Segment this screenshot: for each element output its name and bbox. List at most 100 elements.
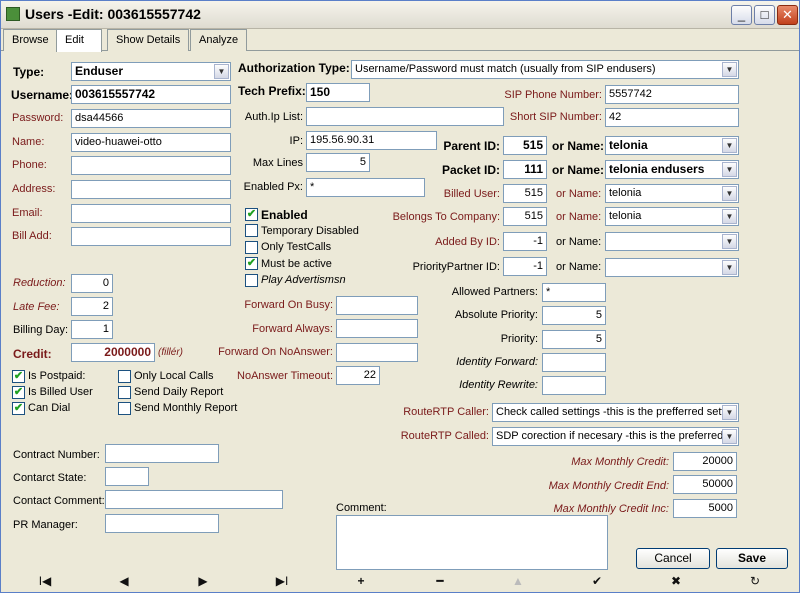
route-caller-select[interactable]: Check called settings -this is the preff…: [492, 403, 739, 422]
app-icon: [6, 7, 20, 21]
email-label: Email:: [12, 207, 43, 219]
latefee-field[interactable]: 2: [71, 297, 113, 316]
close-button[interactable]: ✕: [777, 5, 798, 25]
parent-id-label: Parent ID:: [443, 139, 500, 153]
belongs-field[interactable]: 515: [503, 207, 547, 226]
cancel-button[interactable]: Cancel: [636, 548, 710, 569]
password-field[interactable]: dsa44566: [71, 109, 231, 128]
chevron-down-icon: ▼: [722, 186, 737, 201]
only-local-calls-label: Only Local Calls: [134, 370, 214, 382]
max-monthly-credit-field[interactable]: 20000: [673, 452, 737, 471]
short-sip-label: Short SIP Number:: [509, 111, 602, 123]
short-sip-field[interactable]: 42: [605, 108, 739, 127]
only-testcalls-checkbox[interactable]: [245, 241, 258, 254]
parent-id-field[interactable]: 515: [503, 136, 547, 155]
send-monthly-report-checkbox[interactable]: [118, 402, 131, 415]
must-be-active-checkbox[interactable]: ✔: [245, 257, 258, 270]
phone-field[interactable]: [71, 156, 231, 175]
priority-partner-field[interactable]: -1: [503, 257, 547, 276]
address-field[interactable]: [71, 180, 231, 199]
max-lines-field[interactable]: 5: [306, 153, 370, 172]
contract-number-field[interactable]: [105, 444, 219, 463]
identity-forward-field[interactable]: [542, 353, 606, 372]
play-advertismsn-checkbox[interactable]: [245, 274, 258, 287]
tab-browse[interactable]: Browse: [3, 29, 58, 51]
last-record-icon[interactable]: ▶I: [262, 574, 302, 588]
billadd-label: Bill Add:: [12, 230, 52, 242]
prior-record-icon[interactable]: ◀: [104, 574, 144, 588]
tab-bar: Browse Edit Show Details Analyze: [1, 29, 799, 52]
auth-ip-list-label: Auth.Ip List:: [244, 111, 303, 123]
packet-name-value: telonia endusers: [609, 162, 705, 176]
billed-user-field[interactable]: 515: [503, 184, 547, 203]
edit-record-icon[interactable]: ▲: [498, 574, 538, 588]
noanswer-timeout-field[interactable]: 22: [336, 366, 380, 385]
reduction-field[interactable]: 0: [71, 274, 113, 293]
is-postpaid-checkbox[interactable]: ✔: [12, 370, 25, 383]
minimize-button[interactable]: _: [731, 5, 752, 25]
name-field[interactable]: video-huawei-otto: [71, 133, 231, 152]
fwd-always-field[interactable]: [336, 319, 418, 338]
fwd-noanswer-field[interactable]: [336, 343, 418, 362]
sip-phone-field[interactable]: 5557742: [605, 85, 739, 104]
post-edit-icon[interactable]: ✔: [577, 574, 617, 588]
tech-prefix-field[interactable]: 150: [306, 83, 370, 102]
cancel-edit-icon[interactable]: ✖: [656, 574, 696, 588]
first-record-icon[interactable]: I◀: [25, 574, 65, 588]
max-monthly-credit-inc-field[interactable]: 5000: [673, 499, 737, 518]
contact-comment-field[interactable]: [105, 490, 283, 509]
belongs-name-select[interactable]: telonia ▼: [605, 207, 739, 226]
tab-show-details[interactable]: Show Details: [107, 29, 190, 51]
delete-record-icon[interactable]: ━: [420, 574, 460, 588]
added-by-field[interactable]: -1: [503, 232, 547, 251]
reduction-label: Reduction:: [13, 277, 66, 289]
route-called-select[interactable]: SDP corection if necesary -this is the p…: [492, 427, 739, 446]
allowed-partners-field[interactable]: *: [542, 283, 606, 302]
can-dial-label: Can Dial: [28, 402, 71, 414]
enabled-checkbox[interactable]: ✔: [245, 208, 258, 221]
name-label: Name:: [12, 136, 45, 148]
packet-id-field[interactable]: 111: [503, 160, 547, 179]
is-billed-user-checkbox[interactable]: ✔: [12, 386, 25, 399]
contract-state-field[interactable]: [105, 467, 149, 486]
abs-priority-field[interactable]: 5: [542, 306, 606, 325]
abs-priority-label: Absolute Priority:: [454, 309, 538, 321]
max-monthly-credit-end-field[interactable]: 50000: [673, 475, 737, 494]
next-record-icon[interactable]: ▶: [183, 574, 223, 588]
can-dial-checkbox[interactable]: ✔: [12, 402, 25, 415]
maximize-button[interactable]: □: [754, 5, 775, 25]
chevron-down-icon: ▼: [722, 260, 737, 275]
credit-unit: (fillér): [158, 347, 183, 358]
parent-name-select[interactable]: telonia ▼: [605, 136, 739, 155]
email-field[interactable]: [71, 204, 231, 223]
temporary-disabled-checkbox[interactable]: [245, 224, 258, 237]
tab-edit[interactable]: Edit: [56, 29, 102, 52]
contract-number-label: Contract Number:: [13, 449, 100, 461]
comment-field[interactable]: [336, 515, 608, 570]
credit-label: Credit:: [13, 347, 52, 361]
billingday-field[interactable]: 1: [71, 320, 113, 339]
auth-type-select[interactable]: Username/Password must match (usually fr…: [351, 60, 739, 79]
only-local-calls-checkbox[interactable]: [118, 370, 131, 383]
identity-rewrite-field[interactable]: [542, 376, 606, 395]
added-name-select[interactable]: ▼: [605, 232, 739, 251]
save-button[interactable]: Save: [716, 548, 788, 569]
priority-name-select[interactable]: ▼: [605, 258, 739, 277]
enabled-label: Enabled: [261, 208, 308, 222]
refresh-icon[interactable]: ↻: [735, 574, 775, 588]
chevron-down-icon: ▼: [214, 64, 229, 79]
ip-label: IP:: [289, 135, 303, 147]
priority-field[interactable]: 5: [542, 330, 606, 349]
type-select[interactable]: Enduser ▼: [71, 62, 231, 81]
tab-analyze[interactable]: Analyze: [190, 29, 248, 51]
pr-manager-field[interactable]: [105, 514, 219, 533]
send-monthly-report-label: Send Monthly Report: [134, 402, 238, 414]
fwd-busy-field[interactable]: [336, 296, 418, 315]
credit-field[interactable]: 2000000: [71, 343, 155, 362]
insert-record-icon[interactable]: +: [341, 574, 381, 588]
billed-name-select[interactable]: telonia ▼: [605, 184, 739, 203]
send-daily-report-checkbox[interactable]: [118, 386, 131, 399]
username-field[interactable]: 003615557742: [71, 85, 231, 104]
packet-name-select[interactable]: telonia endusers ▼: [605, 160, 739, 179]
billadd-field[interactable]: [71, 227, 231, 246]
